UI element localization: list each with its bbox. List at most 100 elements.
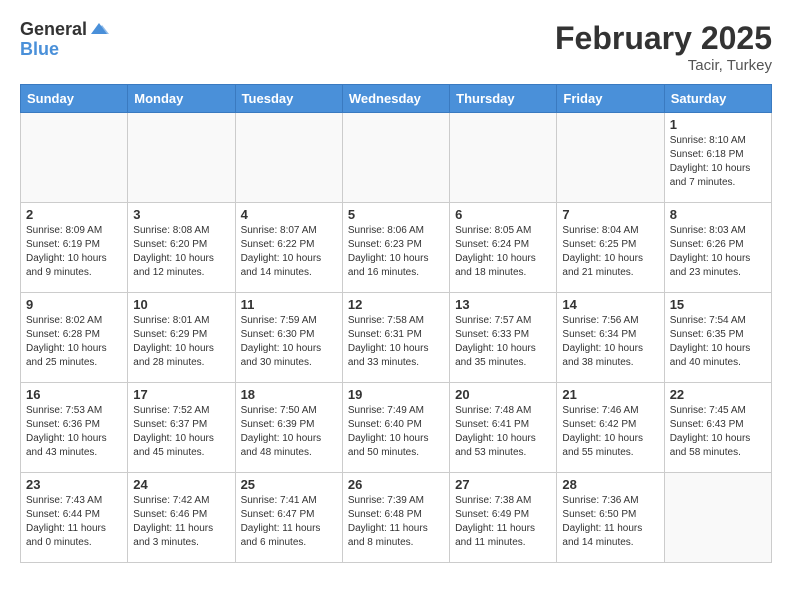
calendar-cell — [342, 113, 449, 203]
day-info: Sunrise: 7:39 AM Sunset: 6:48 PM Dayligh… — [348, 494, 444, 550]
column-header-wednesday: Wednesday — [342, 85, 449, 113]
day-info: Sunrise: 7:46 AM Sunset: 6:42 PM Dayligh… — [562, 404, 658, 460]
day-info: Sunrise: 8:01 AM Sunset: 6:29 PM Dayligh… — [133, 314, 229, 370]
page-header: General Blue February 2025 Tacir, Turkey — [20, 20, 772, 74]
day-info: Sunrise: 8:04 AM Sunset: 6:25 PM Dayligh… — [562, 224, 658, 280]
calendar-cell: 24 Sunrise: 7:42 AM Sunset: 6:46 PM Dayli… — [128, 473, 235, 563]
calendar-week-5: 23 Sunrise: 7:43 AM Sunset: 6:44 PM Dayli… — [21, 473, 772, 563]
day-info: Sunrise: 7:50 AM Sunset: 6:39 PM Dayligh… — [241, 404, 337, 460]
day-number: 11 — [241, 297, 337, 312]
calendar-cell: 17 Sunrise: 7:52 AM Sunset: 6:37 PM Dayli… — [128, 383, 235, 473]
calendar-cell — [235, 113, 342, 203]
calendar-week-1: 1Sunrise: 8:10 AM Sunset: 6:18 PM Daylig… — [21, 113, 772, 203]
calendar-cell: 1Sunrise: 8:10 AM Sunset: 6:18 PM Daylig… — [664, 113, 771, 203]
calendar-cell: 13 Sunrise: 7:57 AM Sunset: 6:33 PM Dayli… — [450, 293, 557, 383]
day-info: Sunrise: 7:49 AM Sunset: 6:40 PM Dayligh… — [348, 404, 444, 460]
logo-general-text: General — [20, 20, 87, 40]
calendar-cell: 15 Sunrise: 7:54 AM Sunset: 6:35 PM Dayli… — [664, 293, 771, 383]
calendar-location: Tacir, Turkey — [555, 57, 772, 74]
day-info: Sunrise: 7:43 AM Sunset: 6:44 PM Dayligh… — [26, 494, 122, 550]
day-number: 9 — [26, 297, 122, 312]
day-number: 15 — [670, 297, 766, 312]
day-number: 21 — [562, 387, 658, 402]
logo-blue-text: Blue — [20, 40, 109, 60]
day-info: Sunrise: 7:45 AM Sunset: 6:43 PM Dayligh… — [670, 404, 766, 460]
calendar-cell: 5 Sunrise: 8:06 AM Sunset: 6:23 PM Daylig… — [342, 203, 449, 293]
day-info: Sunrise: 7:54 AM Sunset: 6:35 PM Dayligh… — [670, 314, 766, 370]
calendar-cell: 16 Sunrise: 7:53 AM Sunset: 6:36 PM Dayli… — [21, 383, 128, 473]
calendar-cell: 26 Sunrise: 7:39 AM Sunset: 6:48 PM Dayli… — [342, 473, 449, 563]
day-info: Sunrise: 8:03 AM Sunset: 6:26 PM Dayligh… — [670, 224, 766, 280]
calendar-title: February 2025 — [555, 20, 772, 57]
day-number: 24 — [133, 477, 229, 492]
day-number: 7 — [562, 207, 658, 222]
day-info: Sunrise: 7:59 AM Sunset: 6:30 PM Dayligh… — [241, 314, 337, 370]
day-info: Sunrise: 8:07 AM Sunset: 6:22 PM Dayligh… — [241, 224, 337, 280]
day-info: Sunrise: 8:05 AM Sunset: 6:24 PM Dayligh… — [455, 224, 551, 280]
day-info: Sunrise: 7:42 AM Sunset: 6:46 PM Dayligh… — [133, 494, 229, 550]
day-info: Sunrise: 8:09 AM Sunset: 6:19 PM Dayligh… — [26, 224, 122, 280]
column-header-tuesday: Tuesday — [235, 85, 342, 113]
calendar-table: SundayMondayTuesdayWednesdayThursdayFrid… — [20, 84, 772, 563]
calendar-week-2: 2 Sunrise: 8:09 AM Sunset: 6:19 PM Daylig… — [21, 203, 772, 293]
calendar-cell: 18 Sunrise: 7:50 AM Sunset: 6:39 PM Dayli… — [235, 383, 342, 473]
calendar-cell: 25 Sunrise: 7:41 AM Sunset: 6:47 PM Dayli… — [235, 473, 342, 563]
calendar-cell: 20 Sunrise: 7:48 AM Sunset: 6:41 PM Dayli… — [450, 383, 557, 473]
day-info: Sunrise: 7:48 AM Sunset: 6:41 PM Dayligh… — [455, 404, 551, 460]
day-number: 27 — [455, 477, 551, 492]
day-info: Sunrise: 8:02 AM Sunset: 6:28 PM Dayligh… — [26, 314, 122, 370]
day-number: 28 — [562, 477, 658, 492]
day-number: 6 — [455, 207, 551, 222]
day-number: 5 — [348, 207, 444, 222]
calendar-cell: 14 Sunrise: 7:56 AM Sunset: 6:34 PM Dayli… — [557, 293, 664, 383]
calendar-cell: 23 Sunrise: 7:43 AM Sunset: 6:44 PM Dayli… — [21, 473, 128, 563]
day-number: 14 — [562, 297, 658, 312]
calendar-cell: 21 Sunrise: 7:46 AM Sunset: 6:42 PM Dayli… — [557, 383, 664, 473]
calendar-cell — [664, 473, 771, 563]
column-header-monday: Monday — [128, 85, 235, 113]
calendar-cell: 2 Sunrise: 8:09 AM Sunset: 6:19 PM Daylig… — [21, 203, 128, 293]
day-number: 19 — [348, 387, 444, 402]
day-number: 23 — [26, 477, 122, 492]
day-info: Sunrise: 7:52 AM Sunset: 6:37 PM Dayligh… — [133, 404, 229, 460]
day-number: 17 — [133, 387, 229, 402]
day-number: 26 — [348, 477, 444, 492]
day-number: 2 — [26, 207, 122, 222]
calendar-week-4: 16 Sunrise: 7:53 AM Sunset: 6:36 PM Dayli… — [21, 383, 772, 473]
column-header-sunday: Sunday — [21, 85, 128, 113]
logo-icon — [89, 20, 109, 40]
calendar-cell: 19 Sunrise: 7:49 AM Sunset: 6:40 PM Dayli… — [342, 383, 449, 473]
day-info: Sunrise: 8:10 AM Sunset: 6:18 PM Dayligh… — [670, 134, 766, 190]
day-number: 10 — [133, 297, 229, 312]
calendar-cell: 28Sunrise: 7:36 AM Sunset: 6:50 PM Dayli… — [557, 473, 664, 563]
calendar-week-3: 9 Sunrise: 8:02 AM Sunset: 6:28 PM Daylig… — [21, 293, 772, 383]
day-number: 22 — [670, 387, 766, 402]
day-info: Sunrise: 7:53 AM Sunset: 6:36 PM Dayligh… — [26, 404, 122, 460]
day-number: 3 — [133, 207, 229, 222]
calendar-cell: 22 Sunrise: 7:45 AM Sunset: 6:43 PM Dayli… — [664, 383, 771, 473]
calendar-cell: 9 Sunrise: 8:02 AM Sunset: 6:28 PM Daylig… — [21, 293, 128, 383]
day-info: Sunrise: 7:57 AM Sunset: 6:33 PM Dayligh… — [455, 314, 551, 370]
day-info: Sunrise: 8:08 AM Sunset: 6:20 PM Dayligh… — [133, 224, 229, 280]
day-number: 13 — [455, 297, 551, 312]
column-header-thursday: Thursday — [450, 85, 557, 113]
day-info: Sunrise: 7:58 AM Sunset: 6:31 PM Dayligh… — [348, 314, 444, 370]
day-info: Sunrise: 7:38 AM Sunset: 6:49 PM Dayligh… — [455, 494, 551, 550]
day-info: Sunrise: 8:06 AM Sunset: 6:23 PM Dayligh… — [348, 224, 444, 280]
calendar-cell: 11 Sunrise: 7:59 AM Sunset: 6:30 PM Dayli… — [235, 293, 342, 383]
calendar-cell: 4Sunrise: 8:07 AM Sunset: 6:22 PM Daylig… — [235, 203, 342, 293]
day-number: 18 — [241, 387, 337, 402]
calendar-cell: 8 Sunrise: 8:03 AM Sunset: 6:26 PM Daylig… — [664, 203, 771, 293]
day-info: Sunrise: 7:41 AM Sunset: 6:47 PM Dayligh… — [241, 494, 337, 550]
day-number: 8 — [670, 207, 766, 222]
day-number: 20 — [455, 387, 551, 402]
calendar-cell — [21, 113, 128, 203]
day-info: Sunrise: 7:56 AM Sunset: 6:34 PM Dayligh… — [562, 314, 658, 370]
day-number: 16 — [26, 387, 122, 402]
day-number: 25 — [241, 477, 337, 492]
calendar-cell — [128, 113, 235, 203]
logo: General Blue — [20, 20, 109, 60]
calendar-cell: 3 Sunrise: 8:08 AM Sunset: 6:20 PM Daylig… — [128, 203, 235, 293]
calendar-cell: 10 Sunrise: 8:01 AM Sunset: 6:29 PM Dayli… — [128, 293, 235, 383]
title-block: February 2025 Tacir, Turkey — [555, 20, 772, 74]
